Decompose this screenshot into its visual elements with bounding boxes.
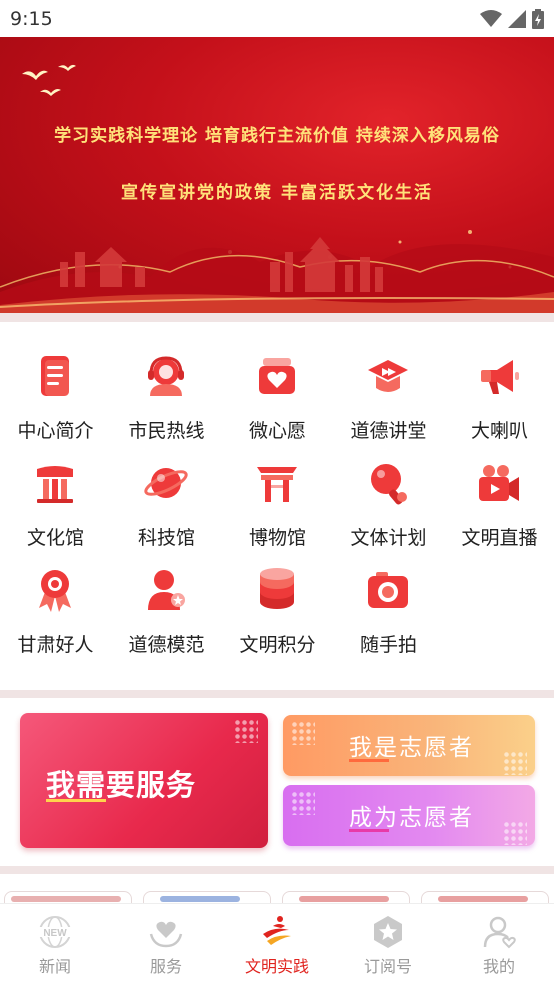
grid-item-culture-hall[interactable]: 文化馆 [0,429,111,549]
ping-pong-icon [371,464,407,505]
section-divider [0,866,554,874]
tab-label: 订阅号 [363,957,412,976]
grid-item-label: 甘肃好人 [17,634,94,656]
user-heart-icon [483,916,516,949]
heart-box-icon [259,358,295,394]
tab-service[interactable]: 服务 [111,904,221,985]
ancient-gate-icon [257,467,297,502]
grid-item-center-intro[interactable]: 中心简介 [0,322,111,442]
grid-item-moral-lecture[interactable]: 道德讲堂 [333,322,444,442]
grid-item-museum[interactable]: 博物馆 [222,429,333,549]
become-volunteer-label: 成为志愿者 [349,805,474,831]
wifi-icon [480,9,502,27]
card-dots-decoration [291,721,315,745]
card-dots-decoration [503,821,527,845]
card-underline [349,829,389,832]
status-icons [480,8,544,29]
banner-slogan-line1: 学习实践科学理论 培育践行主流价值 持续深入移风易俗 [54,126,500,146]
status-bar: 9:15 [0,0,554,37]
become-volunteer-card[interactable]: 成为志愿者 [283,785,535,846]
need-service-card[interactable]: 我需要服务 [20,713,268,848]
video-camera-icon [479,465,519,501]
hero-banner[interactable]: 学习实践科学理论 培育践行主流价值 持续深入移风易俗 宣传宣讲党的政策 丰富活跃… [0,37,554,313]
svg-text:NEW: NEW [43,928,67,939]
bottom-tab-bar: NEW 新闻 服务 文明实践 订阅号 我的 [0,903,554,984]
award-ribbon-icon [39,570,71,612]
news-globe-icon: NEW [39,916,71,948]
tab-subscriptions[interactable]: 订阅号 [333,904,443,985]
megaphone-icon [481,360,519,394]
civilization-logo-icon [263,916,291,945]
star-badge-icon [374,916,402,948]
tab-mine[interactable]: 我的 [444,904,554,985]
grid-item-label: 道德模范 [128,634,205,656]
grid-item-label: 随手拍 [359,634,417,656]
grid-item-moral-model[interactable]: 道德模范 [111,536,222,656]
graduation-cap-icon [368,360,408,392]
grid-item-civilization-live[interactable]: 文明直播 [444,429,554,549]
planet-icon [144,468,188,498]
grid-item-science-museum[interactable]: 科技馆 [111,429,222,549]
partner-logo[interactable] [282,891,410,903]
tab-label: 文明实践 [244,957,309,976]
camera-icon [368,572,408,608]
tab-label: 服务 [149,957,182,976]
card-dots-decoration [503,751,527,775]
status-time: 9:15 [10,7,53,30]
grid-item-label: 文明积分 [239,634,316,656]
section-divider [0,690,554,698]
grid-item-snapshot[interactable]: 随手拍 [333,536,444,656]
grid-item-gansu-good-people[interactable]: 甘肃好人 [0,536,111,656]
banner-decoration [0,64,554,313]
card-underline [46,799,106,802]
i-am-volunteer-card[interactable]: 我是志愿者 [283,715,535,776]
partner-logo[interactable] [4,891,132,903]
service-grid: 中心简介 市民热线 微心愿 道德讲堂 大喇叭 文化馆 科技馆 博物馆 文体计划 … [0,322,554,688]
need-service-label: 我需要服务 [46,768,197,802]
partner-logo-strip [0,887,554,903]
partner-logo[interactable] [421,891,549,903]
person-star-icon [148,570,185,610]
document-icon [41,356,69,396]
heart-hands-icon [149,921,183,948]
partner-logo[interactable] [143,891,271,903]
card-dots-decoration [291,791,315,815]
tab-news[interactable]: NEW 新闻 [0,904,110,985]
headset-icon [148,356,184,396]
grid-item-sports-plan[interactable]: 文体计划 [333,429,444,549]
i-am-volunteer-label: 我是志愿者 [349,735,474,761]
grid-item-civilization-points[interactable]: 文明积分 [222,536,333,656]
battery-icon [532,8,544,29]
grid-item-citizen-hotline[interactable]: 市民热线 [111,322,222,442]
banner-slogan-line2: 宣传宣讲党的政策 丰富活跃文化生活 [121,183,433,203]
grid-item-micro-wish[interactable]: 微心愿 [222,322,333,442]
card-dots-decoration [234,719,258,743]
section-divider [0,313,554,322]
tab-label: 我的 [482,957,515,976]
signal-icon [508,9,526,28]
tab-label: 新闻 [38,957,71,976]
card-underline [349,759,389,762]
grid-item-label: 文明直播 [461,527,538,549]
grid-item-loudspeaker[interactable]: 大喇叭 [444,322,554,442]
tab-civilization-practice[interactable]: 文明实践 [222,904,332,985]
coin-stack-icon [260,568,294,609]
book-building-icon [37,466,73,503]
